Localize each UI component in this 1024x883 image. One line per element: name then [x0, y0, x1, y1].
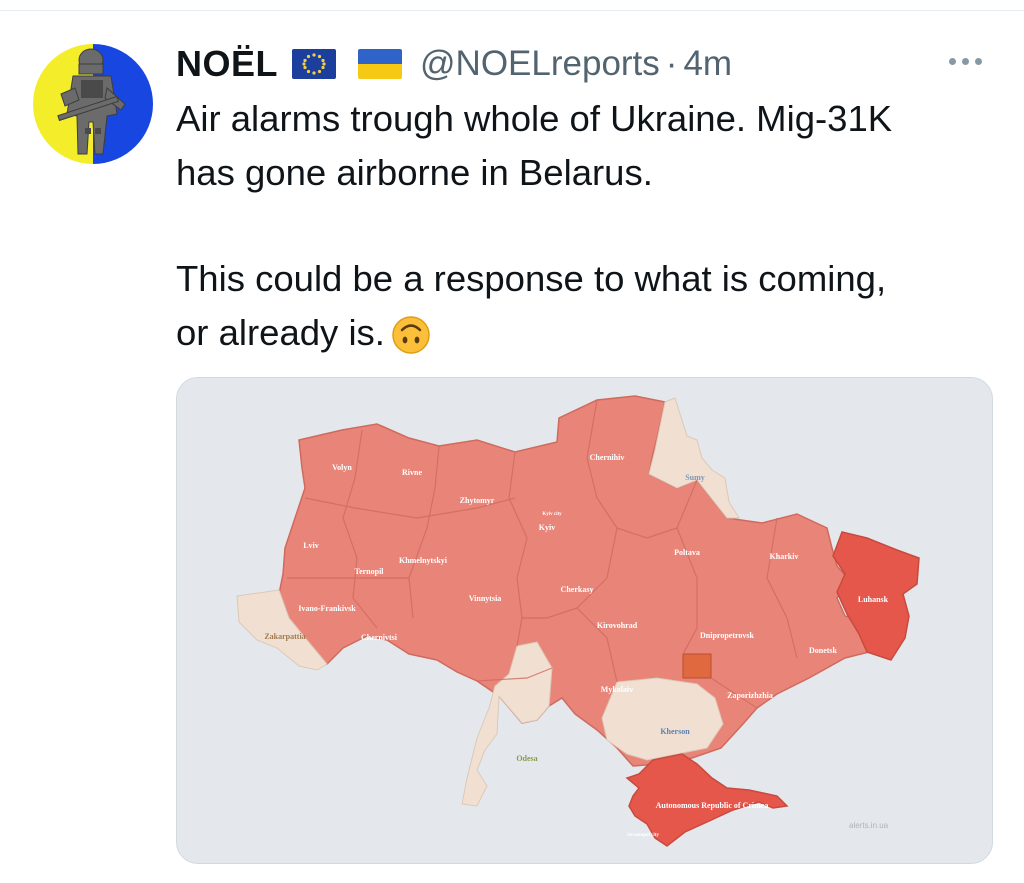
- tweet-text-line: has gone airborne in Belarus.: [176, 151, 653, 193]
- region-label: Volyn: [332, 463, 352, 472]
- region-label: Khmelnytskyi: [399, 556, 448, 565]
- author-handle[interactable]: @NOELreports: [420, 44, 660, 84]
- region-label: Sumy: [685, 473, 705, 482]
- region-label: Kirovohrad: [597, 621, 638, 630]
- top-divider: [0, 10, 1024, 11]
- region-label: Donetsk: [809, 646, 838, 655]
- tweet-text: Air alarms trough whole of Ukraine. Mig-…: [176, 92, 996, 369]
- eu-flag-icon: [292, 49, 337, 79]
- region-label: Ivano-Frankivsk: [298, 604, 356, 613]
- map-watermark: alerts.in.ua: [849, 821, 889, 830]
- tweet-media-map[interactable]: Volyn Rivne Zhytomyr Chernihiv Kyiv Lviv…: [176, 377, 993, 864]
- region-label: Zhytomyr: [460, 496, 495, 505]
- region-label: Poltava: [674, 548, 700, 557]
- region-label: Ternopil: [354, 567, 384, 576]
- avatar[interactable]: [33, 44, 153, 164]
- tweet-header: NOËL @NOELreports · 4m: [176, 36, 732, 92]
- region-label: Chernivtsi: [361, 633, 398, 642]
- region-label: Autonomous Republic of Crimea: [656, 801, 769, 810]
- tweet-text-line: or already is.: [176, 311, 385, 353]
- author-name[interactable]: NOËL: [176, 43, 278, 85]
- tweet-text-line: This could be a response to what is comi…: [176, 258, 887, 299]
- region-label: Vinnytsia: [469, 594, 502, 603]
- region-label: Zakarpattia: [264, 632, 305, 641]
- region-label: Cherkasy: [561, 585, 594, 594]
- region-label: Rivne: [402, 468, 422, 477]
- zaporizhzhia-city-marker: [682, 653, 712, 679]
- region-label: Dnipropetrovsk: [700, 631, 754, 640]
- region-label: Mykolaiv: [601, 685, 633, 694]
- region-label: Chernihiv: [590, 453, 625, 462]
- region-label: Lviv: [303, 541, 319, 550]
- region-label: Kharkiv: [770, 552, 799, 561]
- header-separator: ·: [665, 44, 678, 83]
- region-label: Zaporizhzhia: [727, 691, 773, 700]
- region-label: Luhansk: [858, 595, 889, 604]
- tweet-text-line-with-emoji: or already is.: [176, 306, 996, 370]
- upside-down-face-icon: [391, 315, 431, 370]
- ukraine-flag-icon: [358, 49, 403, 79]
- region-label: Odesa: [516, 754, 537, 763]
- region-label: Kyiv city: [542, 512, 562, 517]
- region-label: Kherson: [660, 727, 690, 736]
- more-options-icon[interactable]: [940, 46, 990, 76]
- region-label: Kyiv: [539, 523, 555, 532]
- region-label: Sevastopol city: [627, 833, 659, 838]
- tweet-text-line: Air alarms trough whole of Ukraine. Mig-…: [176, 98, 893, 139]
- tweet-timestamp[interactable]: 4m: [683, 44, 732, 84]
